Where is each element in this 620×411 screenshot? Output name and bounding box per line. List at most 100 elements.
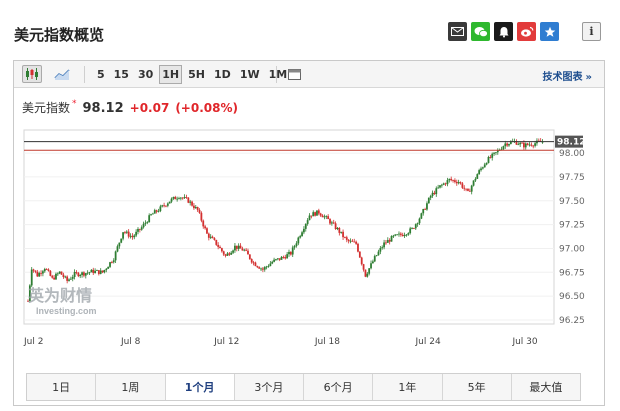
technical-chart-label: 技术图表 [542, 72, 583, 83]
candle-body [206, 228, 208, 234]
candle-body [53, 277, 55, 280]
candle-body [519, 142, 522, 145]
candle-body [427, 197, 430, 204]
candle-body [362, 264, 365, 270]
candle-body [271, 261, 274, 264]
wechat-icon[interactable] [471, 22, 490, 41]
candle-body [357, 243, 359, 252]
candle-body [523, 142, 525, 148]
candle-body [459, 182, 462, 184]
price-chart[interactable]: 98.12 98.00 97.75 97.50 97.25 97.00 96.75 96.5… [14, 126, 604, 356]
candle-body [364, 269, 367, 277]
candle-body [124, 232, 126, 234]
range-1y[interactable]: 1年 [373, 374, 443, 400]
candle-body [345, 237, 348, 240]
y-tick-label: 97.00 [559, 244, 585, 254]
candle-body [435, 188, 438, 195]
candle-body [282, 256, 285, 258]
technical-chart-link[interactable]: 技术图表» [543, 68, 592, 83]
price-change-percent: (+0.08%) [175, 101, 238, 115]
candle-body [215, 239, 218, 245]
candle-body [360, 257, 363, 265]
candle-body [524, 143, 527, 148]
candle-body [51, 275, 54, 278]
candle-body [60, 271, 63, 275]
candle-body [353, 241, 356, 243]
candle-body [439, 185, 441, 188]
candle-body [183, 197, 186, 198]
candle-body [414, 224, 417, 229]
candle-body [508, 143, 510, 146]
range-3m[interactable]: 3个月 [235, 374, 304, 400]
candle-body [30, 269, 33, 286]
interval-1w[interactable]: 1W [237, 65, 263, 84]
candle-body [235, 245, 238, 249]
favorite-star-icon[interactable] [540, 22, 559, 41]
interval-5h[interactable]: 5H [185, 65, 208, 84]
candle-body [288, 251, 290, 255]
candle-body [207, 233, 210, 238]
interval-15[interactable]: 15 [111, 65, 132, 84]
info-button[interactable]: i [582, 22, 601, 41]
candle-body [416, 223, 419, 225]
candle-body [64, 276, 67, 278]
candle-body [118, 242, 121, 247]
candle-body [140, 227, 143, 230]
candle-body [110, 262, 113, 263]
quote-bar: 美元指数 * 98.12 +0.07 (+0.08%) [22, 99, 238, 116]
notification-bell-icon[interactable] [494, 22, 513, 41]
range-1m[interactable]: 1个月 [165, 374, 235, 400]
candle-body [472, 180, 475, 186]
range-max[interactable]: 最大值 [512, 374, 580, 400]
candle-body [174, 196, 177, 200]
email-icon[interactable] [448, 22, 467, 41]
candle-body [491, 153, 494, 158]
candle-body [347, 239, 350, 242]
weibo-icon[interactable] [517, 22, 536, 41]
candle-body [329, 219, 331, 224]
candle-body [306, 220, 309, 224]
candle-body [407, 233, 410, 235]
candle-body [280, 256, 283, 260]
candle-body [411, 228, 413, 229]
candle-body [144, 222, 147, 224]
live-marker-icon: * [72, 99, 77, 109]
range-5y[interactable]: 5年 [443, 374, 512, 400]
candle-body [176, 198, 179, 200]
candle-body [260, 268, 262, 270]
candle-body [71, 276, 74, 279]
candle-body [381, 247, 384, 249]
range-6m[interactable]: 6个月 [304, 374, 374, 400]
candle-body [239, 245, 242, 249]
candle-body [245, 249, 248, 251]
candle-body [56, 273, 59, 275]
candle-body [122, 232, 124, 239]
candle-body [166, 203, 169, 206]
candle-body [289, 251, 292, 255]
range-1w[interactable]: 1周 [96, 374, 166, 400]
candle-body [340, 231, 343, 233]
price-change: +0.07 [129, 101, 170, 115]
line-chart-icon[interactable] [52, 65, 72, 83]
candle-body [161, 205, 164, 207]
chart-toolbar: 5 15 30 1H 5H 1D 1W 1M 技术图表» [14, 61, 604, 88]
candle-body [262, 268, 264, 270]
interval-30[interactable]: 30 [135, 65, 156, 84]
y-tick-label: 97.25 [559, 221, 585, 231]
y-tick-label: 96.50 [559, 292, 585, 302]
range-1d[interactable]: 1日 [27, 374, 97, 400]
calendar-icon[interactable] [284, 65, 304, 83]
candle-body [308, 215, 311, 221]
interval-5[interactable]: 5 [94, 65, 108, 84]
candle-body [129, 235, 132, 237]
interval-1h[interactable]: 1H [159, 65, 183, 84]
candle-body [312, 212, 315, 217]
candle-body [371, 261, 374, 264]
candle-body [398, 233, 400, 235]
candlestick-icon[interactable] [22, 65, 42, 83]
candle-body [230, 252, 233, 255]
candle-body [55, 273, 57, 280]
candle-body [258, 267, 261, 269]
candle-body [252, 262, 255, 264]
interval-1d[interactable]: 1D [211, 65, 234, 84]
